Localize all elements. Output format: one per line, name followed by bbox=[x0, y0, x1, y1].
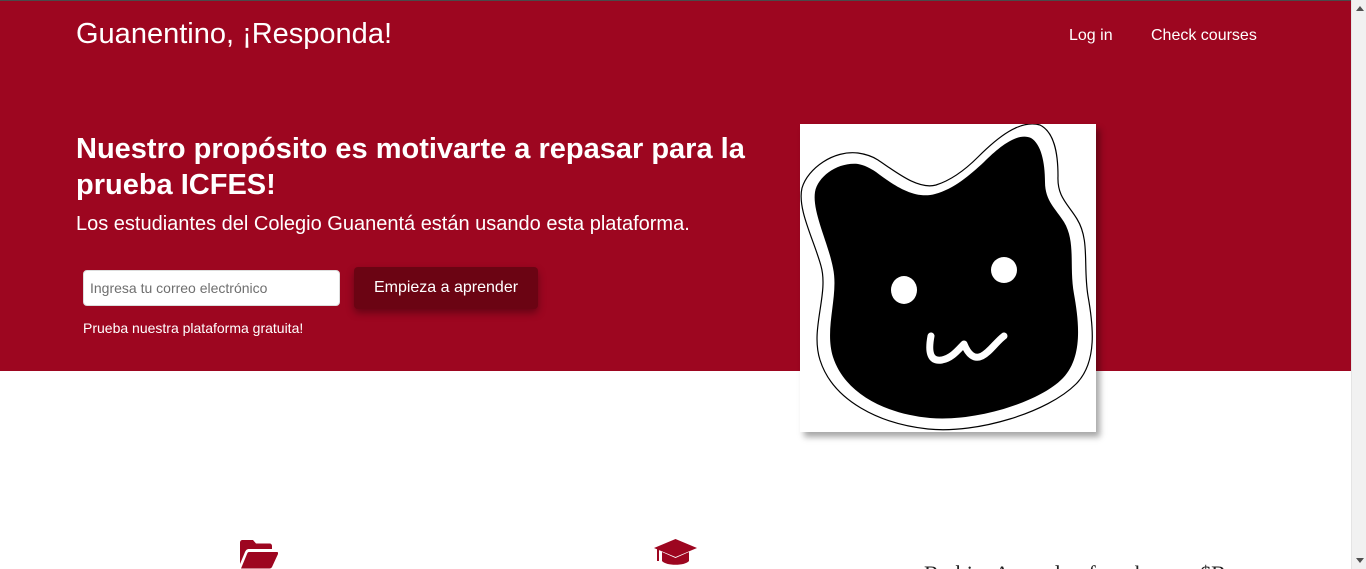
free-trial-note: Prueba nuestra plataforma gratuita! bbox=[83, 320, 304, 336]
nav-check-courses-link[interactable]: Check courses bbox=[1151, 27, 1257, 45]
scroll-up-arrow-icon[interactable] bbox=[1356, 6, 1364, 11]
nav-login-link[interactable]: Log in bbox=[1069, 27, 1113, 45]
brand-title[interactable]: Guanentino, ¡Responda! bbox=[76, 18, 392, 51]
cat-mascot-image bbox=[800, 124, 1096, 432]
scroll-down-arrow-icon[interactable] bbox=[1356, 558, 1364, 563]
folder-open-icon bbox=[240, 540, 279, 569]
vertical-scrollbar[interactable] bbox=[1351, 0, 1366, 569]
start-learning-button[interactable]: Empieza a aprender bbox=[354, 267, 538, 309]
page: Guanentino, ¡Responda! Log in Check cour… bbox=[0, 0, 1351, 569]
cat-face-icon bbox=[800, 124, 1093, 431]
hero-subheadline: Los estudiantes del Colegio Guanentá est… bbox=[76, 213, 690, 235]
hero-headline: Nuestro propósito es motivarte a repasar… bbox=[76, 133, 745, 201]
email-input[interactable] bbox=[83, 270, 340, 306]
feature-heading-partial: Brebin: Agrend o: foranhances $B bbox=[924, 561, 1226, 569]
hero-section: Guanentino, ¡Responda! Log in Check cour… bbox=[0, 1, 1351, 371]
graduation-cap-icon bbox=[654, 539, 697, 569]
